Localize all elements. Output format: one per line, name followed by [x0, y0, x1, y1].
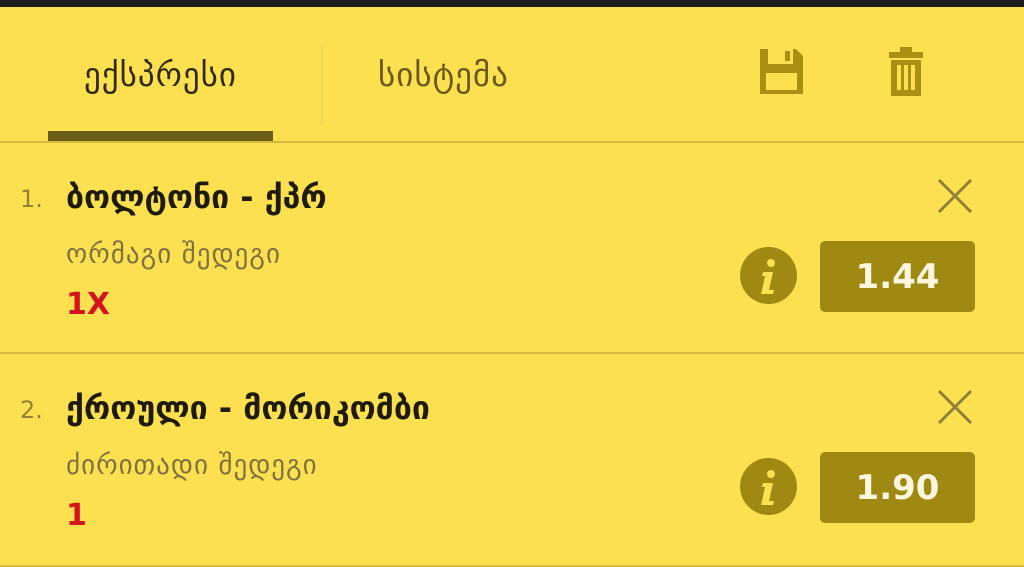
betslip-header: ექსპრესი სისტემა — [0, 7, 1024, 143]
odds-value: 1.90 — [855, 467, 940, 508]
clear-all-button[interactable] — [888, 47, 924, 101]
bet-item: 1. ბოლტონი - ქპრ ორმაგი შედეგი 1X 1.44 — [0, 143, 1024, 354]
bet-item: 2. ქროული - მორიკომბი ძირითადი შედეგი 1 … — [0, 354, 1024, 567]
match-name: ქროული - მორიკომბი — [66, 389, 430, 427]
match-name: ბოლტონი - ქპრ — [66, 178, 327, 216]
bet-index: 2. — [20, 396, 43, 424]
tab-system-label: სისტემა — [378, 54, 509, 94]
close-icon — [937, 178, 973, 214]
bet-pick: 1X — [66, 287, 111, 322]
market-name: ორმაგი შედეგი — [66, 239, 281, 270]
tab-express[interactable]: ექსპრესი — [48, 7, 273, 141]
tab-divider — [321, 45, 323, 125]
trash-icon — [889, 47, 923, 96]
tab-system[interactable]: სისტემა — [378, 7, 509, 141]
info-icon — [761, 470, 775, 505]
tab-express-label: ექსპრესი — [83, 54, 238, 94]
save-icon — [760, 49, 803, 94]
save-button[interactable] — [757, 47, 805, 101]
active-tab-indicator — [48, 131, 273, 141]
odds-button[interactable]: 1.44 — [820, 241, 975, 312]
info-icon — [761, 259, 775, 294]
close-icon — [937, 389, 973, 425]
remove-bet-button[interactable] — [935, 176, 975, 220]
remove-bet-button[interactable] — [935, 387, 975, 431]
bet-index: 1. — [20, 185, 43, 213]
top-status-bar — [0, 0, 1024, 7]
info-button[interactable] — [740, 247, 797, 304]
market-name: ძირითადი შედეგი — [66, 450, 318, 481]
odds-button[interactable]: 1.90 — [820, 452, 975, 523]
bet-pick: 1 — [66, 498, 87, 533]
odds-value: 1.44 — [855, 256, 940, 297]
info-button[interactable] — [740, 458, 797, 515]
